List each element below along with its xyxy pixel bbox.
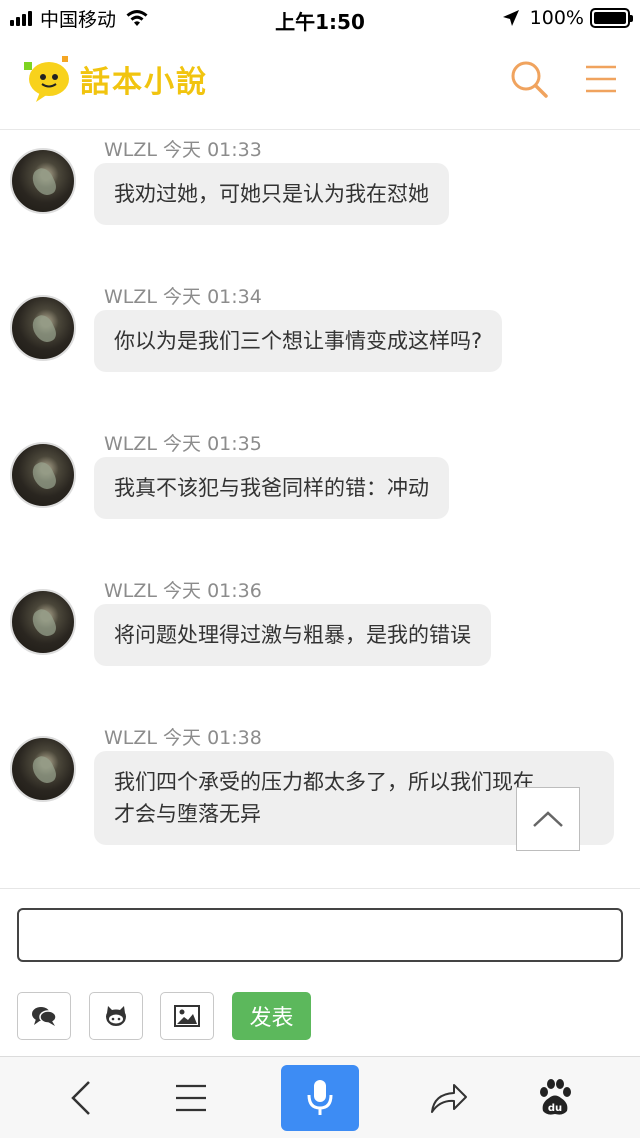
logo-chat-bubble-icon <box>24 56 69 102</box>
microphone-icon <box>307 1080 333 1115</box>
voice-search-button[interactable] <box>281 1065 359 1131</box>
scroll-to-top-button[interactable] <box>516 787 580 851</box>
logo-text: 話本小說 <box>80 65 208 100</box>
avatar[interactable] <box>10 295 76 361</box>
emoji-chat-button[interactable] <box>17 992 71 1040</box>
chevron-up-icon <box>533 811 563 827</box>
location-arrow-icon <box>502 10 519 26</box>
message-time: 今天 01:34 <box>163 286 262 308</box>
message-author: WLZL <box>104 139 157 161</box>
battery-percent: 100% <box>529 7 584 29</box>
comment-composer: 发表 <box>0 888 640 1056</box>
menu-button[interactable] <box>578 56 624 102</box>
comment-input[interactable] <box>17 908 623 962</box>
baidu-button[interactable]: du <box>516 1065 594 1131</box>
message-bubble: 我真不该犯与我爸同样的错：冲动 <box>94 457 449 519</box>
message-meta: WLZL 今天 01:33 <box>104 135 262 162</box>
message-meta: WLZL 今天 01:38 <box>104 723 262 750</box>
message-time: 今天 01:36 <box>163 580 262 602</box>
status-bar: 中国移动 上午1:50 100% <box>0 0 640 36</box>
message-list[interactable]: WLZL 今天 01:33 我劝过她，可她只是认为我在怼她 WLZL 今天 01… <box>0 130 640 888</box>
battery-icon <box>590 8 633 28</box>
message-time: 今天 01:33 <box>163 139 262 161</box>
message-bubble: 你以为是我们三个想让事情变成这样吗? <box>94 310 503 372</box>
github-button[interactable] <box>89 992 143 1040</box>
back-arrow-icon <box>71 1081 90 1115</box>
site-logo[interactable]: 話本小說 <box>22 52 208 106</box>
message-author: WLZL <box>104 580 157 602</box>
app-header: 話本小說 <box>0 36 640 130</box>
avatar[interactable] <box>10 442 76 508</box>
browser-menu-button[interactable] <box>152 1065 230 1131</box>
baidu-paw-icon: du <box>540 1079 571 1115</box>
share-icon <box>431 1084 467 1113</box>
hamburger-menu-icon <box>586 65 616 93</box>
message-author: WLZL <box>104 433 157 455</box>
chat-bubbles-icon <box>32 1007 57 1026</box>
message-bubble: 将问题处理得过激与粗暴，是我的错误 <box>94 604 491 666</box>
avatar[interactable] <box>10 589 76 655</box>
message-time: 今天 01:38 <box>163 727 262 749</box>
share-button[interactable] <box>410 1065 488 1131</box>
avatar[interactable] <box>10 148 76 214</box>
menu-icon <box>176 1084 206 1112</box>
svg-text:du: du <box>548 1103 562 1114</box>
message-time: 今天 01:35 <box>163 433 262 455</box>
publish-button[interactable]: 发表 <box>232 992 311 1040</box>
image-icon <box>174 1005 200 1027</box>
message-meta: WLZL 今天 01:35 <box>104 429 262 456</box>
github-icon <box>106 1006 126 1026</box>
avatar[interactable] <box>10 736 76 802</box>
message-author: WLZL <box>104 286 157 308</box>
insert-image-button[interactable] <box>160 992 214 1040</box>
message-meta: WLZL 今天 01:34 <box>104 282 262 309</box>
search-icon <box>511 61 548 98</box>
back-button[interactable] <box>42 1065 120 1131</box>
message-author: WLZL <box>104 727 157 749</box>
message-bubble: 我劝过她，可她只是认为我在怼她 <box>94 163 449 225</box>
browser-bottom-bar: du <box>0 1056 640 1138</box>
search-button[interactable] <box>506 56 552 102</box>
message-meta: WLZL 今天 01:36 <box>104 576 262 603</box>
